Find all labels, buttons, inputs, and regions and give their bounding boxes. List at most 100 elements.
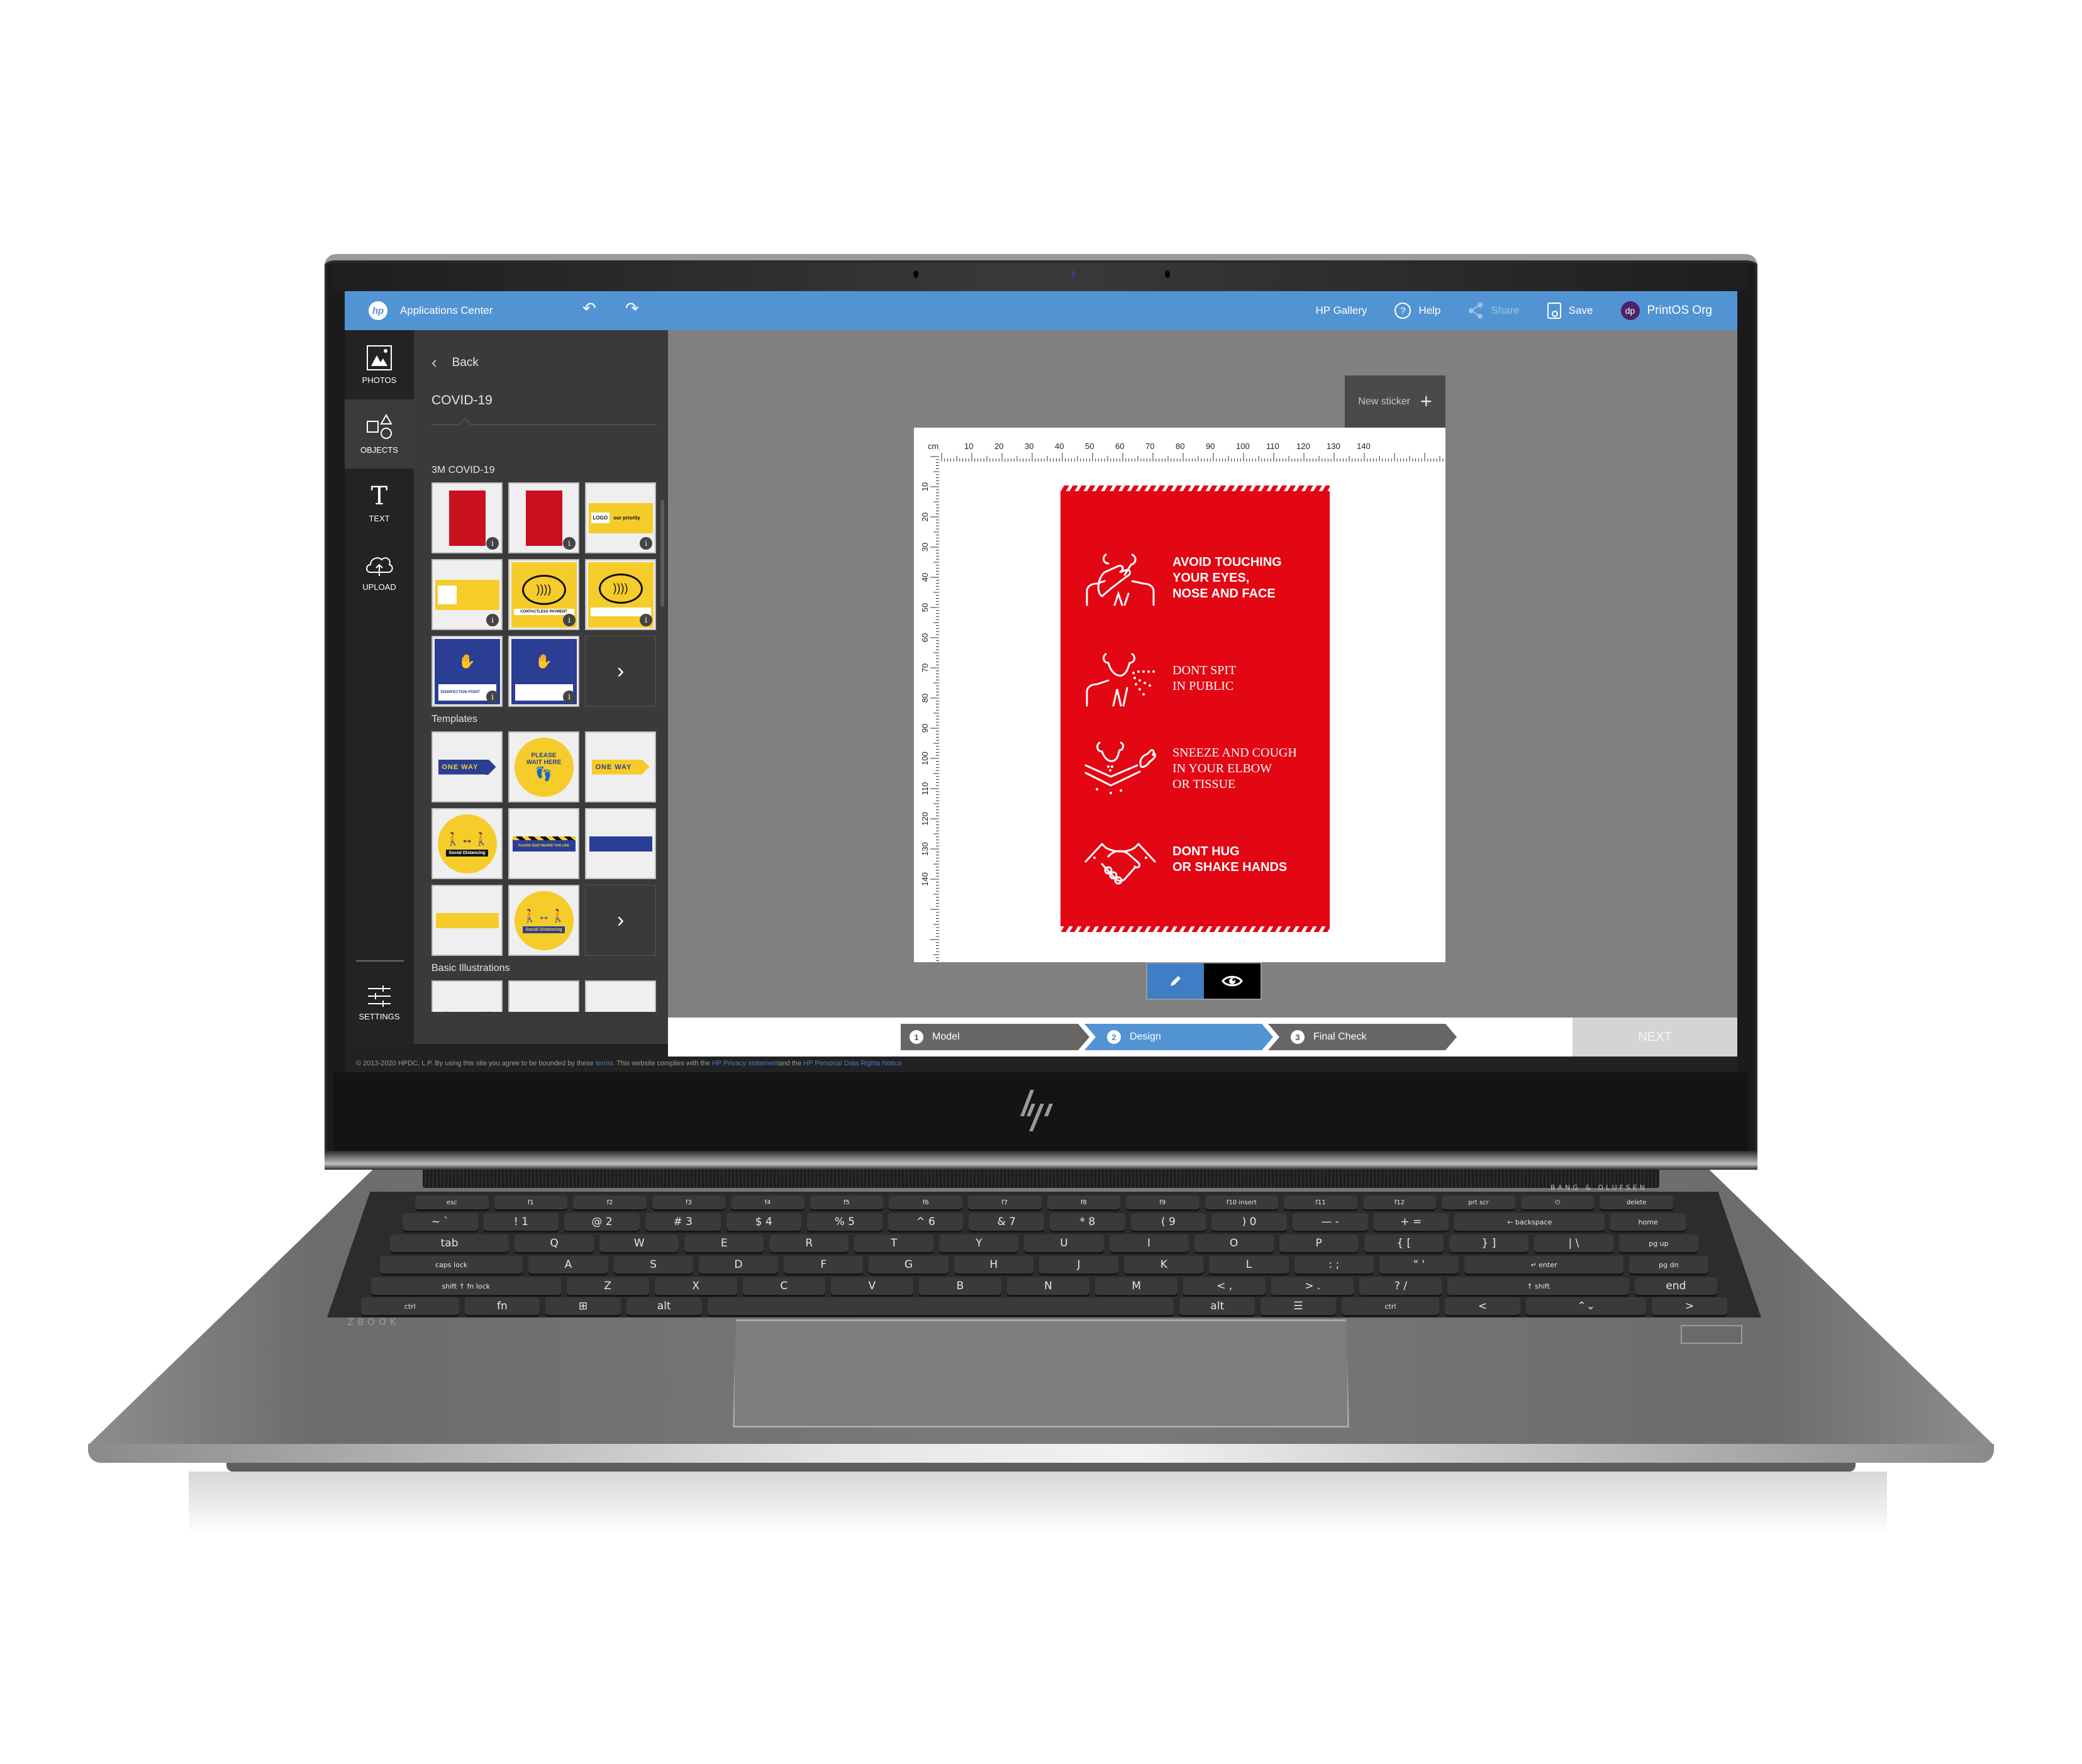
thumb-contactless-blank[interactable]: )))) i	[585, 559, 656, 630]
laptop-foot	[226, 1463, 1856, 1472]
step-final-check[interactable]: 3 Final Check	[1268, 1024, 1457, 1050]
keyboard-key: f12	[1362, 1195, 1437, 1209]
print-page[interactable]: cm 10 20 30 40 50 60 70 80 90 100 110 120 130 140 10 20…	[914, 428, 1445, 962]
thumb-grid-templates: ONE WAY PLEASE WAIT HERE 👣 ONE WAY 🚶↔🚶 Soc…	[431, 731, 656, 956]
thumb-red-sign-icons[interactable]: i	[508, 482, 579, 553]
keyboard-key: ⌃⌄	[1525, 1297, 1647, 1315]
more-3m-button[interactable]: ›	[585, 636, 656, 707]
thumb-disinfection[interactable]: ✋ DISINFECTION POINT i	[431, 636, 503, 707]
thumb-logo-priority[interactable]: LOGO our priority i	[585, 482, 656, 553]
rail-item-photos[interactable]: PHOTOS	[345, 330, 414, 399]
ruler-tick-label: 40	[920, 573, 930, 582]
thumb-one-way-yellow[interactable]: ONE WAY	[585, 731, 656, 802]
thumb-strip-blue[interactable]	[585, 808, 656, 879]
thumb-yellow-blank[interactable]: i	[431, 559, 503, 630]
info-icon[interactable]: i	[486, 614, 499, 626]
rail-item-text[interactable]: T TEXT	[345, 469, 414, 538]
keyboard-key: F	[784, 1256, 864, 1273]
fingerprint-reader	[1681, 1325, 1742, 1344]
info-icon[interactable]: i	[563, 537, 576, 550]
rail-item-upload[interactable]: UPLOAD	[345, 538, 414, 607]
keyboard-key: esc	[415, 1195, 489, 1209]
rail-label: SETTINGS	[359, 1011, 400, 1021]
thumb-disinfection-blank[interactable]: ✋ i	[508, 636, 579, 707]
step-model[interactable]: 1 Model	[901, 1024, 1089, 1050]
thumb-illus-people[interactable]: 👥	[508, 980, 579, 1012]
hp-logo-icon[interactable]: hp	[369, 301, 387, 320]
new-sticker-button[interactable]: New sticker +	[1345, 375, 1445, 428]
save-button[interactable]: Save	[1547, 302, 1593, 319]
rail-item-settings[interactable]: SETTINGS	[345, 968, 414, 1038]
keyboard-key: pg dn	[1628, 1256, 1708, 1273]
ruler-tick-label: 140	[1357, 441, 1371, 451]
sign-row[interactable]: SNEEZE AND COUGH IN YOUR ELBOW OR TISSUE	[1083, 740, 1316, 797]
thumb-red-sign-text[interactable]: i	[431, 482, 503, 553]
hp-gallery-link[interactable]: HP Gallery	[1316, 304, 1367, 317]
laptop-shadow	[189, 1472, 1887, 1534]
sign-row[interactable]: DONT SPIT IN PUBLIC	[1083, 650, 1316, 707]
rail-divider	[356, 960, 404, 962]
design-canvas[interactable]: New sticker + cm 10 20 30 40 50 60 70 80 90 100 110…	[668, 330, 1737, 1018]
info-icon[interactable]: i	[640, 614, 652, 626]
share-button[interactable]: Share	[1468, 302, 1520, 319]
top-actions: HP Gallery ? Help Share Save dp PrintOS …	[1316, 291, 1712, 330]
thumb-illus-footprints[interactable]: ◯◯	[431, 980, 503, 1012]
data-rights-link[interactable]: HP Personal Data Rights Notice	[803, 1060, 901, 1067]
step-design[interactable]: 2 Design	[1084, 1024, 1273, 1050]
save-label: Save	[1568, 304, 1593, 316]
undo-icon[interactable]: ↶	[582, 300, 596, 316]
thumb-illus-cloud[interactable]: ☁	[585, 980, 656, 1012]
spit-icon	[1086, 653, 1155, 707]
keyboard-key: ) 0	[1211, 1213, 1287, 1231]
sign-row[interactable]: DONT HUG OR SHAKE HANDS	[1083, 831, 1316, 888]
privacy-link[interactable]: HP Privacy statement	[712, 1060, 779, 1067]
terms-link[interactable]: terms	[596, 1060, 613, 1067]
panel-scrollbar[interactable]	[660, 500, 664, 607]
thumb-social-distancing-black[interactable]: 🚶↔🚶 Social Distancing	[431, 808, 503, 879]
ruler-tick-label: 100	[920, 752, 930, 765]
sanitizer-icon: ✋	[458, 653, 476, 669]
thumb-strip-yellow[interactable]	[431, 885, 503, 956]
thumb-please-wait[interactable]: PLEASE WAIT HERE 👣	[508, 731, 579, 802]
section-title: 3M COVID-19	[431, 465, 495, 475]
new-sticker-label: New sticker	[1358, 396, 1410, 407]
keyboard-key: A	[528, 1256, 608, 1273]
footer-text: and the	[778, 1060, 804, 1067]
save-icon	[1547, 302, 1561, 319]
keyboard-key: Z	[566, 1277, 649, 1295]
preview-mode-button[interactable]	[1204, 963, 1261, 999]
thumb-keep-behind[interactable]: PLEASE KEEP BEHIND THIS LINE	[508, 808, 579, 879]
keyboard-key: ctrl	[1341, 1297, 1440, 1315]
info-icon[interactable]: i	[563, 691, 576, 703]
org-menu[interactable]: dp PrintOS Org	[1620, 301, 1712, 320]
chevron-right-icon: ›	[616, 908, 625, 932]
keyboard-key: alt	[1179, 1297, 1255, 1315]
thumb-one-way-blue[interactable]: ONE WAY	[431, 731, 503, 802]
chevron-right-icon: ›	[616, 659, 625, 683]
sign-row[interactable]: AVOID TOUCHING YOUR EYES, NOSE AND FACE	[1083, 550, 1316, 606]
redo-icon[interactable]: ↷	[625, 300, 639, 316]
keyboard-key: C	[742, 1277, 825, 1295]
info-icon[interactable]: i	[563, 614, 576, 626]
next-button[interactable]: NEXT	[1573, 1018, 1737, 1057]
edit-mode-button[interactable]	[1147, 963, 1204, 999]
app-title[interactable]: Applications Center	[400, 304, 493, 317]
info-icon[interactable]: i	[640, 537, 652, 550]
keyboard-key: f8	[1047, 1195, 1121, 1209]
keyboard-key: M	[1095, 1277, 1178, 1295]
info-icon[interactable]: i	[486, 691, 499, 703]
info-icon[interactable]: i	[486, 537, 499, 550]
help-button[interactable]: ? Help	[1394, 302, 1440, 319]
covid-sign[interactable]: AVOID TOUCHING YOUR EYES, NOSE AND FACE …	[1060, 485, 1330, 932]
keyboard-key: delete	[1600, 1195, 1673, 1209]
touchpad[interactable]	[733, 1319, 1349, 1428]
people-icon: 🚶↔🚶	[521, 909, 566, 923]
back-button[interactable]: ‹ Back	[431, 353, 479, 372]
keyboard-key: fn	[464, 1297, 540, 1315]
section-title: Templates	[431, 714, 477, 724]
thumb-social-distancing-blue[interactable]: 🚶↔🚶 Social Distancing	[508, 885, 579, 956]
thumb-contactless[interactable]: )))) CONTACTLESS PAYMENT i	[508, 559, 579, 630]
more-templates-button[interactable]: ›	[585, 885, 656, 956]
rail-item-objects[interactable]: OBJECTS	[345, 399, 414, 469]
keyboard-key: ⊞	[545, 1297, 621, 1315]
